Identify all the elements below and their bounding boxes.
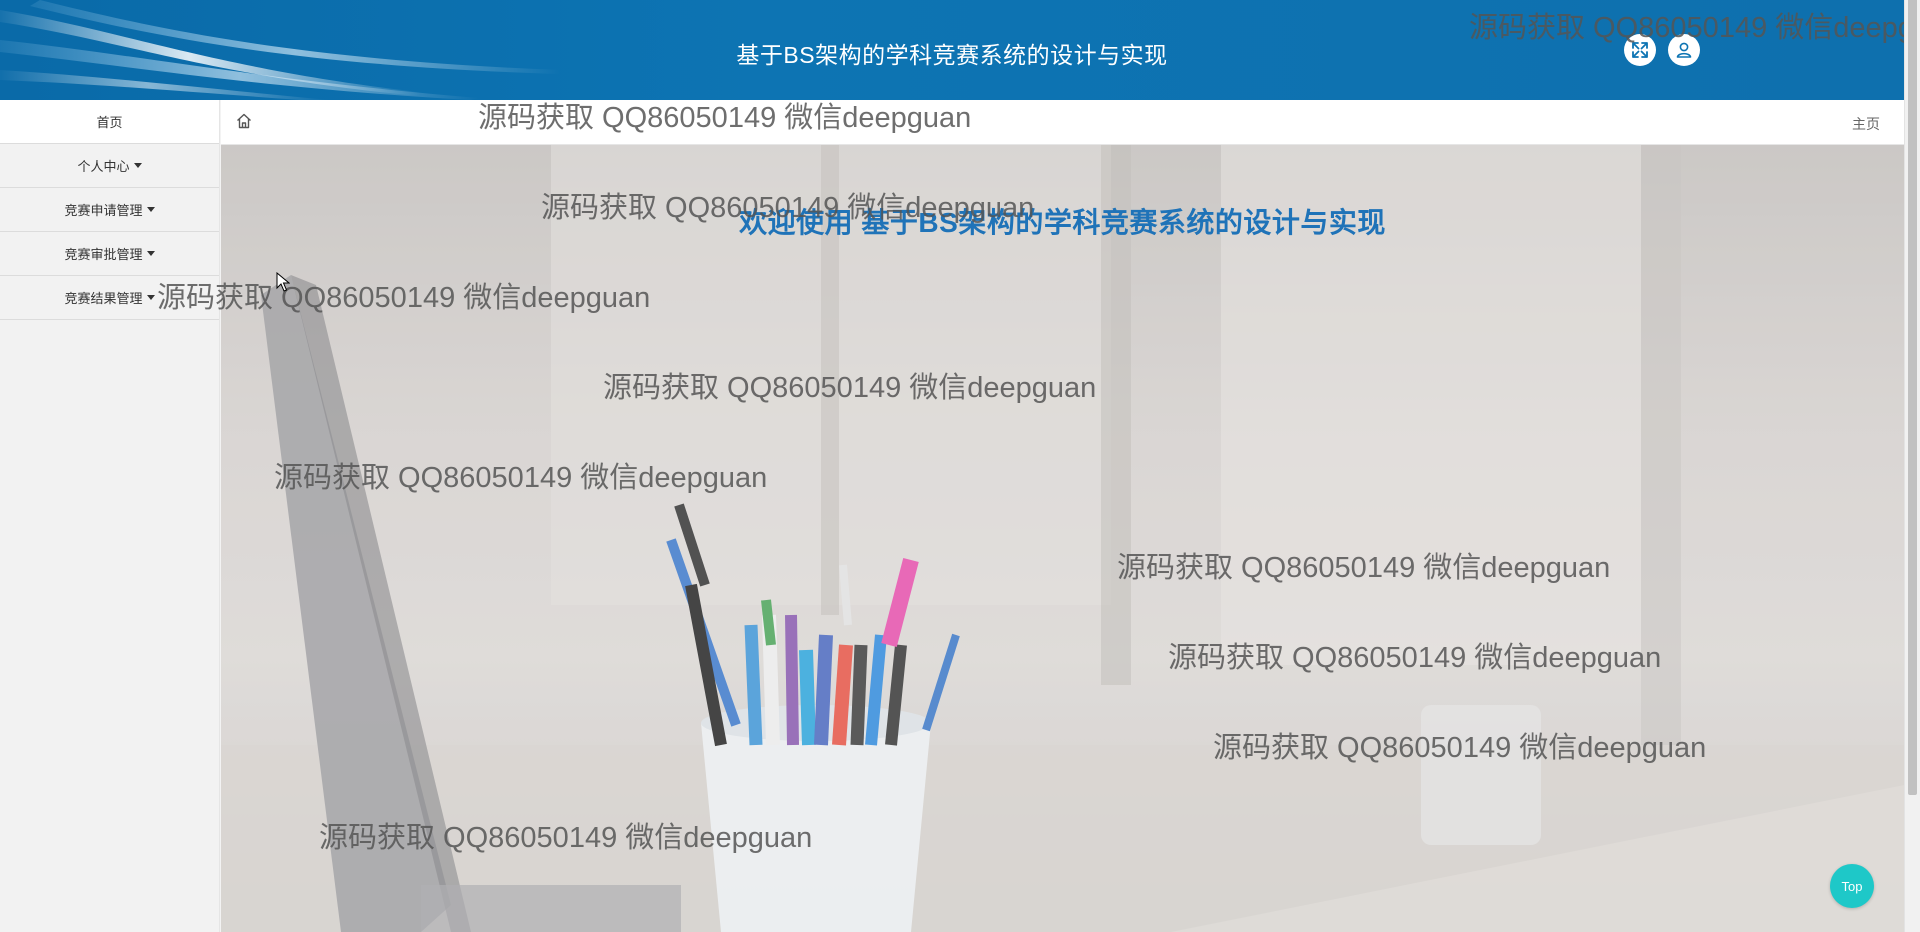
user-icon: [1676, 42, 1692, 58]
caret-down-icon: [146, 207, 155, 212]
app-title: 基于BS架构的学科竞赛系统的设计与实现: [736, 42, 1168, 68]
fullscreen-button[interactable]: [1624, 34, 1656, 66]
scrollbar-thumb[interactable]: [1908, 0, 1917, 795]
header-bar: 基于BS架构的学科竞赛系统的设计与实现: [0, 0, 1904, 100]
sidebar-item-home[interactable]: 首页: [0, 100, 219, 144]
sidebar-item-label: 竞赛审批管理: [64, 247, 143, 262]
sidebar-item-competition-results[interactable]: 竞赛结果管理: [0, 276, 219, 320]
caret-down-icon: [146, 251, 155, 256]
sidebar-item-competition-approval[interactable]: 竞赛审批管理: [0, 232, 219, 276]
background-desk-image: [221, 145, 1904, 932]
caret-down-icon: [133, 163, 142, 168]
sidebar: 首页 个人中心 竞赛申请管理 竞赛审批管理 竞赛结果管理: [0, 100, 220, 932]
sidebar-item-personal-center[interactable]: 个人中心: [0, 144, 219, 188]
mouse-cursor-icon: [276, 272, 290, 292]
main-content: 欢迎使用 基于BS架构的学科竞赛系统的设计与实现: [221, 145, 1904, 932]
sidebar-item-label: 首页: [96, 115, 123, 130]
sidebar-item-label: 竞赛结果管理: [64, 291, 143, 306]
sidebar-item-label: 竞赛申请管理: [64, 203, 143, 218]
home-icon[interactable]: [235, 112, 253, 130]
breadcrumb: 主页: [221, 100, 1904, 145]
fullscreen-icon: [1632, 42, 1648, 58]
sidebar-item-label: 个人中心: [77, 159, 130, 174]
page-scrollbar[interactable]: [1904, 0, 1920, 932]
back-to-top-button[interactable]: Top: [1830, 864, 1874, 908]
sidebar-item-competition-application[interactable]: 竞赛申请管理: [0, 188, 219, 232]
breadcrumb-home-link[interactable]: 主页: [1852, 114, 1880, 134]
caret-down-icon: [146, 295, 155, 300]
welcome-heading: 欢迎使用 基于BS架构的学科竞赛系统的设计与实现: [739, 207, 1386, 238]
user-button[interactable]: [1668, 34, 1700, 66]
